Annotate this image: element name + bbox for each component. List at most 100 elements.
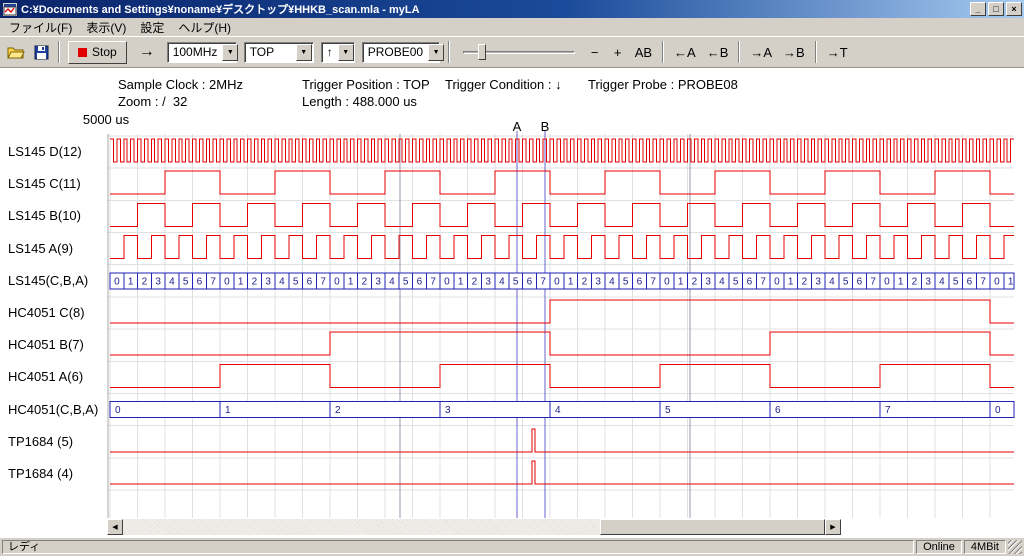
- menu-file[interactable]: ファイル(F): [2, 18, 79, 37]
- menu-settings[interactable]: 設定: [133, 18, 171, 37]
- svg-text:1: 1: [1008, 276, 1014, 287]
- chevron-down-icon[interactable]: ▼: [428, 44, 444, 61]
- svg-text:3: 3: [375, 276, 381, 287]
- svg-text:2: 2: [335, 405, 341, 416]
- svg-text:4: 4: [609, 276, 615, 287]
- ab-markers-button[interactable]: AB: [630, 40, 657, 64]
- trigger-edge-select[interactable]: ↑ ▼: [321, 42, 355, 63]
- toolbar-separator: [738, 41, 740, 63]
- svg-text:0: 0: [774, 276, 780, 287]
- stop-button[interactable]: Stop: [68, 41, 127, 64]
- goto-marker-b-button[interactable]: ←B: [702, 40, 734, 64]
- svg-text:4: 4: [499, 276, 505, 287]
- scrollbar-track[interactable]: [123, 519, 825, 535]
- goto-trigger-button[interactable]: →T: [822, 40, 853, 64]
- zoom-slider[interactable]: [463, 42, 575, 62]
- save-button[interactable]: [29, 40, 53, 64]
- toolbar-separator: [448, 41, 450, 63]
- svg-text:1: 1: [788, 276, 794, 287]
- close-button[interactable]: ×: [1006, 2, 1022, 16]
- statusbar: レディ Online 4MBit: [0, 538, 1024, 556]
- svg-text:2: 2: [142, 276, 148, 287]
- chevron-down-icon[interactable]: ▼: [222, 44, 238, 61]
- scroll-left-button[interactable]: ◀: [107, 519, 123, 535]
- titlebar: C:¥Documents and Settings¥noname¥デスクトップ¥…: [0, 0, 1024, 18]
- svg-text:7: 7: [650, 276, 656, 287]
- waveform-client-area: Sample Clock : 2MHz Trigger Position : T…: [0, 68, 1024, 538]
- svg-text:7: 7: [210, 276, 216, 287]
- chevron-down-icon[interactable]: ▼: [296, 44, 312, 61]
- svg-text:0: 0: [115, 405, 121, 416]
- svg-text:1: 1: [568, 276, 574, 287]
- sample-clock-value: 100MHz: [168, 45, 223, 59]
- scrollbar-thumb[interactable]: [600, 519, 825, 535]
- svg-text:3: 3: [445, 405, 451, 416]
- svg-text:7: 7: [320, 276, 326, 287]
- svg-text:3: 3: [485, 276, 491, 287]
- svg-text:3: 3: [925, 276, 931, 287]
- stop-icon: [78, 48, 87, 57]
- online-indicator: Online: [916, 540, 962, 554]
- zoom-in-button[interactable]: +: [607, 40, 629, 64]
- svg-text:0: 0: [664, 276, 670, 287]
- svg-text:6: 6: [857, 276, 863, 287]
- svg-text:2: 2: [582, 276, 588, 287]
- chevron-down-icon[interactable]: ▼: [338, 44, 354, 61]
- svg-text:7: 7: [870, 276, 876, 287]
- scroll-right-button[interactable]: ▶: [825, 519, 841, 535]
- resize-grip[interactable]: [1008, 540, 1022, 554]
- open-file-button[interactable]: [4, 40, 28, 64]
- svg-text:4: 4: [169, 276, 175, 287]
- svg-text:1: 1: [128, 276, 134, 287]
- forward-marker-a-button[interactable]: →A: [745, 40, 777, 64]
- horizontal-scrollbar[interactable]: ◀ ▶: [107, 519, 841, 535]
- svg-text:4: 4: [279, 276, 285, 287]
- maximize-button[interactable]: □: [988, 2, 1004, 16]
- floppy-icon: [34, 45, 49, 60]
- svg-text:5: 5: [183, 276, 189, 287]
- trigger-probe-select[interactable]: PROBE00 ▼: [362, 42, 440, 63]
- svg-text:2: 2: [912, 276, 918, 287]
- minimize-button[interactable]: _: [970, 2, 986, 16]
- svg-text:7: 7: [540, 276, 546, 287]
- svg-text:1: 1: [678, 276, 684, 287]
- svg-text:6: 6: [775, 405, 781, 416]
- svg-text:4: 4: [389, 276, 395, 287]
- zoom-slider-thumb[interactable]: [478, 44, 486, 60]
- svg-text:7: 7: [430, 276, 436, 287]
- svg-text:5: 5: [665, 405, 671, 416]
- svg-text:5: 5: [513, 276, 519, 287]
- svg-text:4: 4: [719, 276, 725, 287]
- svg-text:7: 7: [980, 276, 986, 287]
- menu-view[interactable]: 表示(V): [79, 18, 133, 37]
- svg-text:2: 2: [472, 276, 478, 287]
- svg-text:5: 5: [623, 276, 629, 287]
- svg-text:7: 7: [885, 405, 891, 416]
- run-button[interactable]: →: [131, 40, 163, 64]
- svg-text:1: 1: [458, 276, 464, 287]
- menu-help[interactable]: ヘルプ(H): [171, 18, 238, 37]
- forward-marker-b-button[interactable]: →B: [778, 40, 810, 64]
- svg-text:5: 5: [403, 276, 409, 287]
- toolbar-separator: [662, 41, 664, 63]
- svg-text:0: 0: [995, 405, 1001, 416]
- svg-text:5: 5: [733, 276, 739, 287]
- svg-text:3: 3: [595, 276, 601, 287]
- stop-button-label: Stop: [92, 45, 117, 59]
- svg-text:0: 0: [884, 276, 890, 287]
- svg-text:0: 0: [994, 276, 1000, 287]
- svg-text:5: 5: [293, 276, 299, 287]
- toolbar-separator: [815, 41, 817, 63]
- app-icon: [3, 3, 17, 16]
- toolbar: Stop → 100MHz ▼ TOP ▼ ↑ ▼ PROBE00 ▼ − + …: [0, 36, 1024, 68]
- svg-text:6: 6: [747, 276, 753, 287]
- waveform-plot[interactable]: 0123456701234567012345670123456701234567…: [0, 68, 1024, 538]
- trigger-probe-value: PROBE00: [363, 45, 428, 59]
- svg-text:6: 6: [307, 276, 313, 287]
- zoom-out-button[interactable]: −: [584, 40, 606, 64]
- trigger-position-select[interactable]: TOP ▼: [244, 42, 314, 63]
- sample-clock-select[interactable]: 100MHz ▼: [167, 42, 237, 63]
- svg-text:2: 2: [252, 276, 258, 287]
- goto-marker-a-button[interactable]: ←A: [669, 40, 701, 64]
- svg-text:6: 6: [527, 276, 533, 287]
